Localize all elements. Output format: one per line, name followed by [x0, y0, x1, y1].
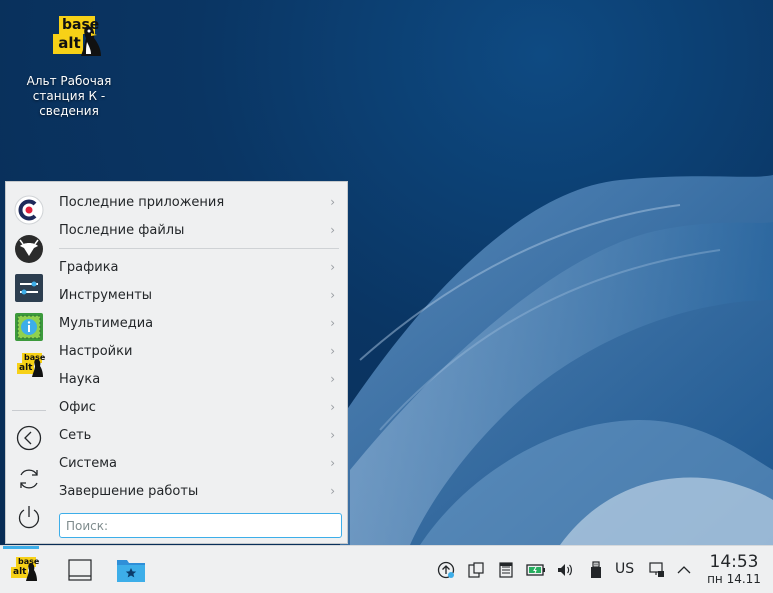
- menu-item-recent-apps[interactable]: Последние приложения ›: [53, 188, 343, 216]
- menu-item-multimedia[interactable]: Мультимедиа ›: [53, 309, 343, 337]
- chevron-up-icon: [677, 566, 691, 574]
- update-notifier[interactable]: [436, 560, 456, 580]
- chevron-right-icon: ›: [330, 372, 335, 386]
- clock-date: пн 14.11: [707, 572, 761, 586]
- menu-item-label: Настройки: [59, 343, 133, 359]
- menu-item-label: Сеть: [59, 427, 92, 443]
- settings-sliders-icon: [15, 274, 43, 302]
- clipboard-applet[interactable]: [466, 560, 486, 580]
- chevron-right-icon: ›: [330, 223, 335, 237]
- network-applet[interactable]: [647, 560, 667, 580]
- chevron-right-icon: ›: [330, 484, 335, 498]
- power-icon: [18, 506, 40, 529]
- menu-item-utilities[interactable]: Инструменты ›: [53, 281, 343, 309]
- menu-item-label: Наука: [59, 371, 101, 387]
- chevron-right-icon: ›: [330, 344, 335, 358]
- favorites-sidebar: base alt: [6, 182, 52, 543]
- volume-icon: [558, 564, 572, 576]
- volume-applet[interactable]: [555, 560, 575, 580]
- penguin-icon: [26, 563, 37, 581]
- desktop-icon-caption: Альт Рабочая станция К - сведения: [26, 74, 112, 118]
- application-launcher-menu: base alt Последние приложения › Последни…: [5, 181, 348, 544]
- notes-applet[interactable]: [496, 560, 516, 580]
- menu-item-label: Мультимедиа: [59, 315, 154, 331]
- penguin-icon: [81, 26, 101, 56]
- back-arrow-icon: [16, 425, 42, 451]
- basealt-logo-icon: base alt: [37, 10, 101, 66]
- menu-item-label: Последние приложения: [59, 194, 225, 210]
- show-desktop-icon: [68, 559, 92, 581]
- basealt-icon: base alt: [7, 556, 39, 584]
- menu-item-science[interactable]: Наука ›: [53, 365, 343, 393]
- menu-item-label: Система: [59, 455, 118, 471]
- digital-clock[interactable]: 14:53 пн 14.11: [700, 552, 768, 587]
- launcher-active-indicator: [3, 546, 39, 549]
- notes-icon: [499, 562, 513, 578]
- favorite-system-settings[interactable]: [13, 272, 45, 304]
- show-desktop-button[interactable]: [64, 554, 96, 586]
- favorite-calamares[interactable]: [13, 194, 45, 226]
- battery-icon: [526, 564, 545, 576]
- application-launcher-button[interactable]: base alt: [3, 546, 39, 593]
- menu-item-network[interactable]: Сеть ›: [53, 421, 343, 449]
- favorite-browser[interactable]: [13, 233, 45, 265]
- favorites-divider: [12, 410, 46, 411]
- chevron-right-icon: ›: [330, 400, 335, 414]
- search-input[interactable]: [59, 513, 342, 538]
- desktop-icon-about[interactable]: base alt Альт Рабочая станция К - сведен…: [14, 10, 124, 119]
- menu-divider: [59, 248, 339, 249]
- calamares-icon: [14, 195, 44, 225]
- shutdown-button[interactable]: [13, 501, 45, 533]
- chevron-right-icon: ›: [330, 316, 335, 330]
- update-icon: [437, 561, 455, 579]
- file-manager-button[interactable]: [115, 554, 147, 586]
- back-button[interactable]: [13, 422, 45, 454]
- chevron-right-icon: ›: [330, 288, 335, 302]
- menu-item-graphics[interactable]: Графика ›: [53, 253, 343, 281]
- chevron-right-icon: ›: [330, 195, 335, 209]
- clock-time: 14:53: [709, 552, 759, 572]
- chevron-right-icon: ›: [330, 260, 335, 274]
- menu-item-label: Графика: [59, 259, 119, 275]
- refresh-icon: [20, 469, 38, 489]
- category-list: Последние приложения › Последние файлы ›…: [53, 188, 343, 505]
- switch-user-button[interactable]: [13, 463, 45, 495]
- removable-devices-applet[interactable]: [586, 560, 606, 580]
- chevron-right-icon: ›: [330, 428, 335, 442]
- battery-applet[interactable]: [526, 560, 546, 580]
- system-info-icon: [15, 313, 43, 341]
- menu-item-office[interactable]: Офис ›: [53, 393, 343, 421]
- menu-item-label: Офис: [59, 399, 96, 415]
- menu-item-label: Инструменты: [59, 287, 153, 303]
- folder-icon: [117, 560, 145, 582]
- usb-drive-icon: [591, 561, 601, 578]
- favorite-system-info[interactable]: [13, 311, 45, 343]
- menu-item-system[interactable]: Система ›: [53, 449, 343, 477]
- keyboard-layout-indicator[interactable]: US: [615, 561, 634, 577]
- menu-item-label: Завершение работы: [59, 483, 199, 499]
- favorite-basealt[interactable]: base alt: [13, 350, 45, 382]
- browser-icon: [15, 235, 43, 263]
- network-wired-icon: [649, 562, 664, 577]
- menu-item-leave[interactable]: Завершение работы ›: [53, 477, 343, 505]
- menu-item-recent-files[interactable]: Последние файлы ›: [53, 216, 343, 244]
- tray-expander-button[interactable]: [674, 560, 694, 580]
- basealt-icon: base alt: [14, 352, 45, 380]
- menu-item-label: Последние файлы: [59, 222, 185, 238]
- menu-item-settings[interactable]: Настройки ›: [53, 337, 343, 365]
- taskbar-panel: base alt US 14:53 пн 14.11: [0, 545, 773, 593]
- clipboard-icon: [468, 562, 484, 578]
- chevron-right-icon: ›: [330, 456, 335, 470]
